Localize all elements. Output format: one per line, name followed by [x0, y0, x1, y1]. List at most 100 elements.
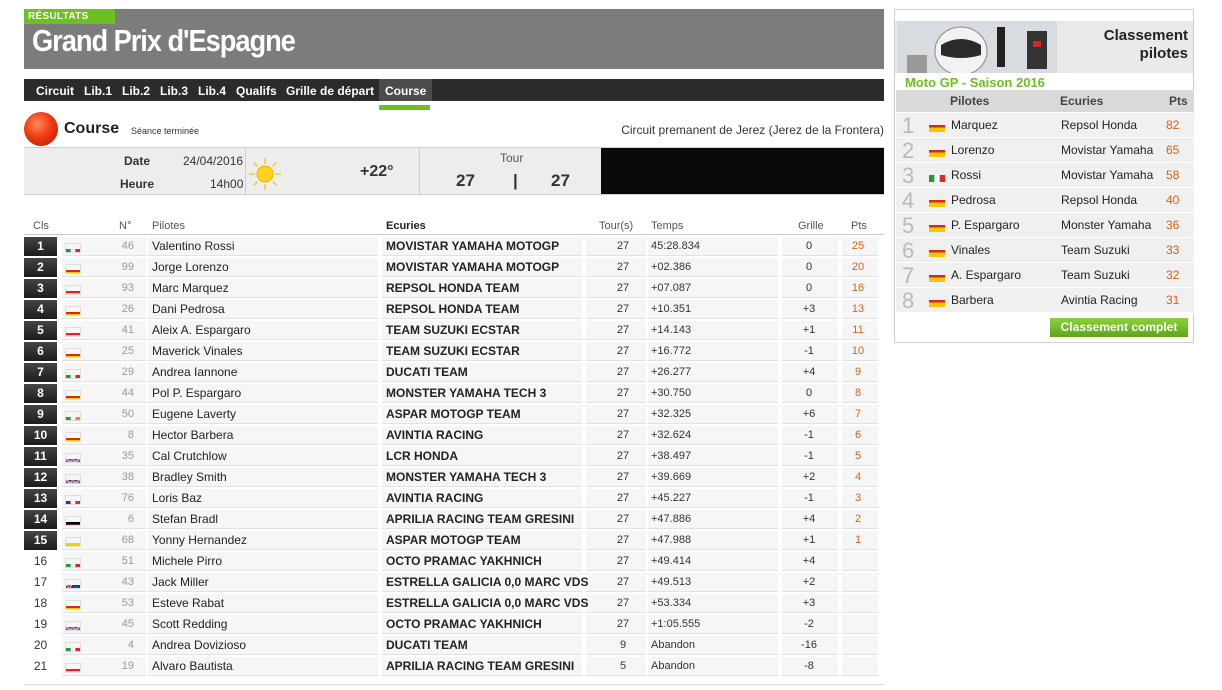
col-cls: Cls	[33, 220, 49, 232]
points: 36	[1166, 218, 1180, 232]
flag-icon-co	[65, 537, 81, 547]
team-name: Repsol Honda	[1061, 193, 1138, 207]
points: 9	[854, 366, 862, 378]
grid-delta: +2	[802, 471, 816, 483]
rider-name: Aleix A. Espargaro	[152, 323, 251, 337]
team-name: DUCATI TEAM	[386, 365, 468, 379]
laps: 27	[616, 429, 630, 441]
flag-icon-es	[929, 247, 945, 257]
points: 16	[851, 282, 865, 294]
standings-header-row: Pilotes Ecuries Pts	[896, 90, 1194, 112]
table-row: 11 35 Cal Crutchlow LCR HONDA 27 +38.497 -1 5	[24, 446, 884, 467]
rider-name: Dani Pedrosa	[152, 302, 225, 316]
tab-course[interactable]: Course	[379, 79, 433, 101]
position: 8	[24, 384, 57, 403]
laps: 27	[616, 492, 630, 504]
race-time: +47.886	[651, 513, 692, 525]
cell-bg	[842, 573, 878, 592]
team-name: ESTRELLA GALICIA 0,0 MARC VDS	[386, 596, 589, 610]
team-name: MOVISTAR YAMAHA MOTOGP	[386, 239, 560, 253]
position: 2	[24, 258, 57, 277]
position: 10	[24, 426, 57, 445]
tab-lib4[interactable]: Lib.4	[198, 79, 226, 101]
team-name: Avintia Racing	[1061, 293, 1138, 307]
team-name: AVINTIA RACING	[386, 428, 484, 442]
grid-delta: 0	[805, 240, 813, 252]
race-time: +32.624	[651, 429, 692, 441]
col-ecuries: Ecuries	[386, 220, 426, 232]
laps: 27	[616, 303, 630, 315]
points: 13	[851, 303, 865, 315]
flag-icon-es	[929, 147, 945, 157]
flag-icon-es	[65, 432, 81, 442]
flag-icon-it	[65, 369, 81, 379]
grid-delta: +4	[802, 555, 816, 567]
table-row: 7 29 Andrea Iannone DUCATI TEAM 27 +26.277 +4 9	[24, 362, 884, 383]
standings-row: 1 Marquez Repsol Honda 82	[896, 113, 1194, 138]
laps: 27	[616, 366, 630, 378]
rider-name: Hector Barbera	[152, 428, 234, 442]
points: 25	[851, 240, 865, 252]
tab-circuit[interactable]: Circuit	[36, 79, 74, 101]
position: 18	[33, 596, 48, 610]
team-name: APRILIA RACING TEAM GRESINI	[386, 659, 575, 673]
rider-name: A. Espargaro	[951, 268, 1022, 282]
team-name: APRILIA RACING TEAM GRESINI	[386, 512, 575, 526]
grid-delta: +2	[802, 576, 816, 588]
grid-delta: -1	[804, 492, 814, 504]
rider-name: Esteve Rabat	[152, 596, 225, 610]
temperature: +22°	[360, 163, 394, 180]
tour-current: 27	[456, 171, 475, 190]
tab-qualifs[interactable]: Qualifs	[236, 79, 277, 101]
cell-bg	[842, 636, 878, 655]
tab-lib1[interactable]: Lib.1	[84, 79, 112, 101]
grid-delta: -2	[804, 618, 814, 630]
table-row: 19 45 Scott Redding OCTO PRAMAC YAKHNICH 27 +…	[24, 614, 884, 635]
table-row: 15 68 Yonny Hernandez ASPAR MOTOGP TEAM 27 +4…	[24, 530, 884, 551]
tab-grille-depart[interactable]: Grille de départ	[286, 79, 374, 101]
page-header: RÉSULTATS Grand Prix d'Espagne	[24, 9, 884, 69]
rider-name: Jack Miller	[152, 575, 209, 589]
points: 3	[854, 492, 862, 504]
team-name: Movistar Yamaha	[1061, 143, 1154, 157]
circuit-name: Circuit premanent de Jerez (Jerez de la …	[621, 123, 884, 137]
team-name: ASPAR MOTOGP TEAM	[386, 407, 521, 421]
rider-name: Pol P. Espargaro	[152, 386, 242, 400]
tab-lib3[interactable]: Lib.3	[160, 79, 188, 101]
position: 7	[24, 363, 57, 382]
rider-name: Loris Baz	[152, 491, 203, 505]
flag-icon-gb	[65, 453, 81, 463]
full-standings-button[interactable]: Classement complet	[1050, 318, 1188, 337]
team-name: Monster Yamaha	[1061, 218, 1152, 232]
tab-lib2[interactable]: Lib.2	[122, 79, 150, 101]
team-name: MOVISTAR YAMAHA MOTOGP	[386, 260, 560, 274]
position: 13	[24, 489, 57, 508]
grid-delta: -1	[804, 450, 814, 462]
rider-name: Maverick Vinales	[152, 344, 243, 358]
standing-position: 6	[902, 238, 915, 263]
team-name: DUCATI TEAM	[386, 638, 468, 652]
position: 4	[24, 300, 57, 319]
team-name: MONSTER YAMAHA TECH 3	[386, 470, 547, 484]
table-row: 21 19 Alvaro Bautista APRILIA RACING TEAM G…	[24, 656, 884, 677]
grid-delta: +6	[802, 408, 816, 420]
laps: 27	[616, 513, 630, 525]
race-time: +38.497	[651, 450, 692, 462]
flag-icon-gb	[65, 621, 81, 631]
grid-delta: -1	[804, 429, 814, 441]
points: 8	[854, 387, 862, 399]
flag-icon-au	[65, 579, 81, 589]
points: 65	[1166, 143, 1180, 157]
rider-name: Michele Pirro	[152, 554, 223, 568]
grid-delta: +4	[802, 513, 816, 525]
position: 19	[33, 617, 48, 631]
flag-icon-es	[929, 297, 945, 307]
table-row: 8 44 Pol P. Espargaro MONSTER YAMAHA TECH 3…	[24, 383, 884, 404]
points: 82	[1166, 118, 1180, 132]
team-name: AVINTIA RACING	[386, 491, 484, 505]
rider-name: Rossi	[951, 168, 982, 182]
points: 31	[1166, 293, 1180, 307]
table-row: 1 46 Valentino Rossi MOVISTAR YAMAHA MOTOGP…	[24, 236, 884, 257]
cell-bg	[842, 594, 878, 613]
rider-number: 8	[127, 429, 134, 441]
